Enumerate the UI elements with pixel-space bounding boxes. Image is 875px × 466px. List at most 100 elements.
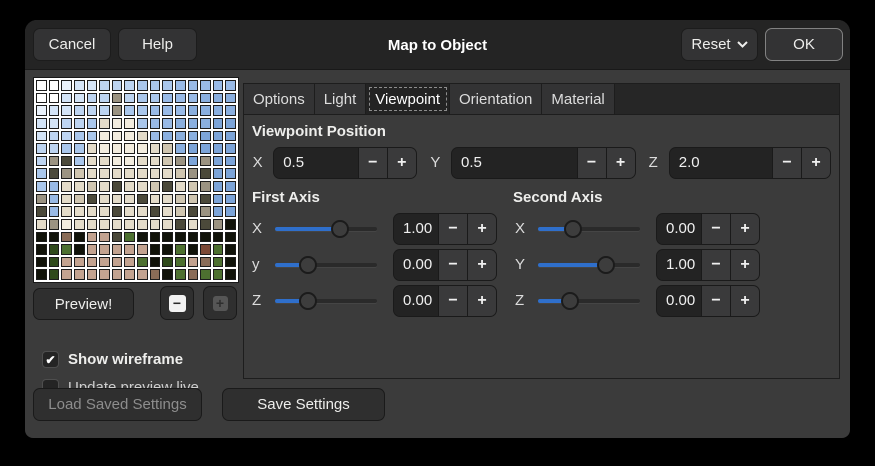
first-axis-z-slider[interactable] (275, 285, 377, 317)
increment-button[interactable]: + (467, 250, 496, 280)
ok-button[interactable]: OK (765, 28, 843, 61)
preview-cell (112, 244, 123, 255)
slider-handle[interactable] (299, 292, 317, 310)
vp-x-increment-button[interactable]: + (387, 148, 416, 178)
preview-cell (162, 219, 173, 230)
preview-cell (137, 168, 148, 179)
preview-cell (137, 131, 148, 142)
preview-cell (124, 181, 135, 192)
preview-cell (200, 257, 211, 268)
preview-cell (61, 80, 72, 91)
slider-handle[interactable] (331, 220, 349, 238)
preview-cell (213, 181, 224, 192)
decrement-button[interactable]: − (438, 214, 467, 244)
vp-z-increment-button[interactable]: + (801, 148, 830, 178)
vp-z-label: Z (648, 154, 659, 171)
preview-cell (49, 206, 60, 217)
preview-cell (87, 131, 98, 142)
decrement-button[interactable]: − (701, 250, 730, 280)
preview-cell (112, 118, 123, 129)
second-axis-z-spinbutton: 0.00 − + (656, 285, 760, 317)
zoom-out-button[interactable]: − (160, 286, 194, 320)
preview-cell (225, 257, 236, 268)
slider-handle[interactable] (299, 256, 317, 274)
preview-cell (188, 181, 199, 192)
vp-x-spinbutton: 0.5 − + (273, 147, 417, 179)
preview-cell (188, 105, 199, 116)
second-axis-y-spinbutton: 1.00 − + (656, 249, 760, 281)
preview-cell (87, 80, 98, 91)
increment-button[interactable]: + (467, 214, 496, 244)
preview-cell (87, 156, 98, 167)
preview-cell (175, 206, 186, 217)
tab-material[interactable]: Material (542, 84, 614, 114)
slider-handle[interactable] (561, 292, 579, 310)
first-axis-y-slider[interactable] (275, 249, 377, 281)
increment-button[interactable]: + (730, 250, 759, 280)
second-axis-x-slider[interactable] (538, 213, 640, 245)
preview-cell (225, 181, 236, 192)
vp-y-increment-button[interactable]: + (606, 148, 635, 178)
vp-z-decrement-button[interactable]: − (772, 148, 801, 178)
second-axis-z-input[interactable]: 0.00 (657, 286, 701, 316)
preview-cell (99, 269, 110, 280)
tab-options[interactable]: Options (244, 84, 315, 114)
preview-cell (225, 105, 236, 116)
increment-button[interactable]: + (467, 286, 496, 316)
show-wireframe-row[interactable]: ✔ Show wireframe (42, 351, 183, 368)
first-axis-x-slider[interactable] (275, 213, 377, 245)
preview-cell (36, 269, 47, 280)
second-axis-x-input[interactable]: 0.00 (657, 214, 701, 244)
reset-button[interactable]: Reset (681, 28, 758, 61)
save-settings-button[interactable]: Save Settings (222, 388, 385, 421)
vp-x-decrement-button[interactable]: − (358, 148, 387, 178)
second-axis-z-slider[interactable] (538, 285, 640, 317)
preview-cell (87, 168, 98, 179)
tab-light[interactable]: Light (315, 84, 367, 114)
increment-button[interactable]: + (730, 286, 759, 316)
cancel-button[interactable]: Cancel (33, 28, 111, 61)
preview-cell (49, 143, 60, 154)
tab-viewpoint[interactable]: Viewpoint (366, 84, 450, 114)
preview-button[interactable]: Preview! (33, 288, 134, 320)
vp-y-input[interactable]: 0.5 (452, 148, 577, 178)
first-axis-x-input[interactable]: 1.00 (394, 214, 438, 244)
show-wireframe-checkbox[interactable]: ✔ (42, 351, 59, 368)
help-button[interactable]: Help (118, 28, 197, 61)
decrement-button[interactable]: − (438, 250, 467, 280)
second-axis-y-input[interactable]: 1.00 (657, 250, 701, 280)
tab-orientation[interactable]: Orientation (450, 84, 542, 114)
preview-cell (162, 118, 173, 129)
first-axis-z-spinbutton: 0.00 − + (393, 285, 497, 317)
preview-cell (162, 257, 173, 268)
preview-cell (213, 105, 224, 116)
decrement-button[interactable]: − (701, 214, 730, 244)
preview-cell (225, 93, 236, 104)
second-axis-y-slider[interactable] (538, 249, 640, 281)
zoom-in-icon: + (213, 296, 228, 311)
first-axis-y-input[interactable]: 0.00 (394, 250, 438, 280)
first-axis-z-input[interactable]: 0.00 (394, 286, 438, 316)
preview-cell (112, 105, 123, 116)
preview-cell (99, 156, 110, 167)
vp-y-decrement-button[interactable]: − (577, 148, 606, 178)
vp-x-input[interactable]: 0.5 (274, 148, 358, 178)
decrement-button[interactable]: − (438, 286, 467, 316)
slider-handle[interactable] (597, 256, 615, 274)
preview-cell (150, 257, 161, 268)
vp-z-input[interactable]: 2.0 (670, 148, 772, 178)
preview-cell (200, 93, 211, 104)
preview-cell (36, 105, 47, 116)
preview-area[interactable] (33, 77, 239, 283)
preview-cell (188, 143, 199, 154)
viewpoint-position-heading: Viewpoint Position (252, 121, 831, 143)
decrement-button[interactable]: − (701, 286, 730, 316)
preview-cell (150, 131, 161, 142)
preview-cell (150, 269, 161, 280)
second-axis-x-label: X (515, 220, 529, 237)
preview-cell (188, 93, 199, 104)
slider-handle[interactable] (564, 220, 582, 238)
preview-cell (36, 181, 47, 192)
increment-button[interactable]: + (730, 214, 759, 244)
preview-cell (225, 168, 236, 179)
